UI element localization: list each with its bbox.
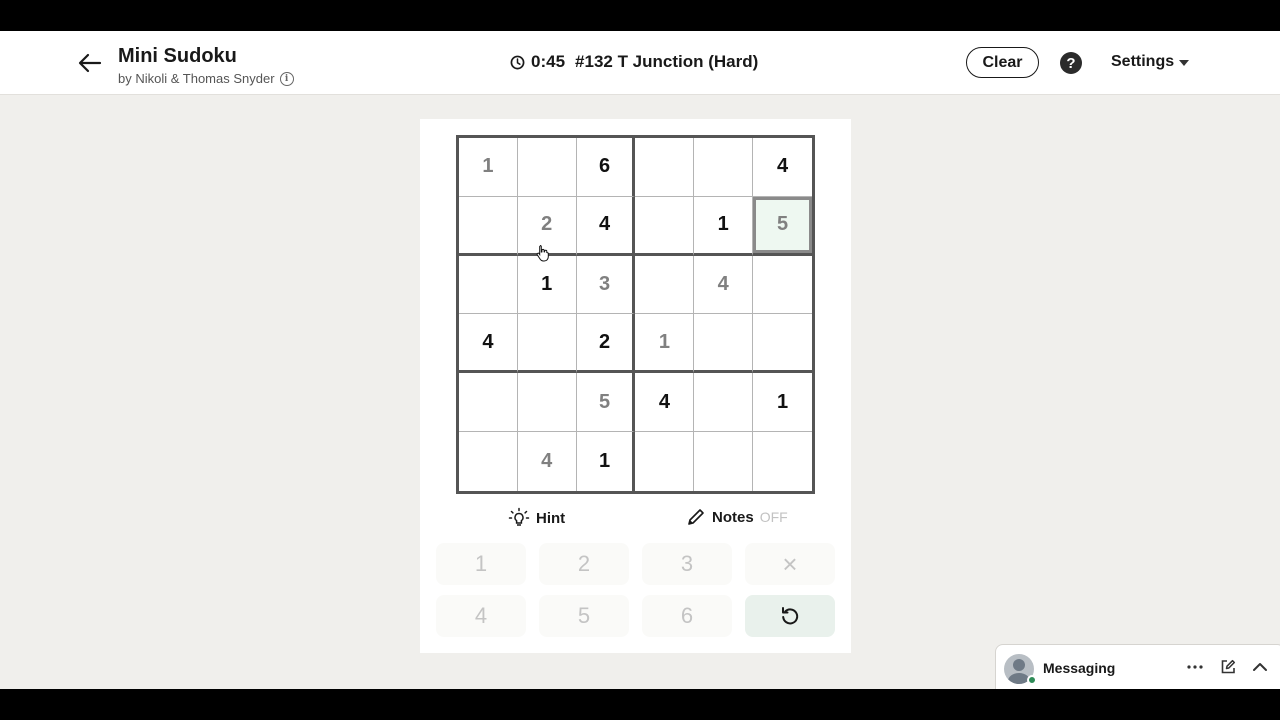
- grid-cell-r3c3[interactable]: 3: [576, 255, 636, 315]
- sudoku-grid: 164241513442154141: [456, 135, 815, 494]
- grid-cell-r5c6[interactable]: 1: [753, 373, 812, 433]
- grid-cell-r6c1[interactable]: [459, 432, 518, 491]
- grid-cell-r4c3[interactable]: 2: [576, 314, 636, 374]
- pencil-icon: [688, 509, 704, 525]
- grid-cell-r4c6[interactable]: [753, 314, 812, 374]
- header-bar: Mini Sudoku by Nikoli & Thomas Snyder i …: [0, 31, 1280, 95]
- grid-cell-r6c2[interactable]: 4: [518, 432, 577, 491]
- grid-cell-r5c3[interactable]: 5: [576, 373, 636, 433]
- back-button[interactable]: [74, 47, 106, 79]
- notes-toggle[interactable]: Notes OFF: [686, 507, 788, 527]
- grid-cell-r4c4[interactable]: 1: [635, 314, 695, 374]
- game-panel: 164241513442154141 Hint Notes OFF 1 2 3 …: [420, 119, 851, 653]
- grid-cell-r1c1[interactable]: 1: [459, 138, 518, 197]
- grid-cell-r1c3[interactable]: 6: [576, 138, 636, 197]
- number-keypad: 1 2 3 × 4 5 6: [436, 543, 836, 639]
- grid-cell-r1c6[interactable]: 4: [753, 138, 812, 197]
- undo-icon: [782, 607, 799, 625]
- lightbulb-icon: [508, 507, 530, 526]
- grid-cell-r3c6[interactable]: [753, 256, 812, 315]
- grid-cell-r1c4[interactable]: [635, 138, 695, 197]
- key-4[interactable]: 4: [436, 595, 526, 637]
- key-1[interactable]: 1: [436, 543, 526, 585]
- grid-cell-r6c6[interactable]: [753, 432, 812, 491]
- grid-cell-r1c2[interactable]: [517, 138, 577, 197]
- byline: by Nikoli & Thomas Snyder i: [118, 71, 294, 86]
- online-status-dot: [1027, 675, 1037, 685]
- caret-down-icon: [1179, 60, 1190, 66]
- help-icon[interactable]: ?: [1060, 52, 1082, 74]
- grid-cell-r5c5[interactable]: [694, 373, 754, 433]
- grid-cell-r4c1[interactable]: 4: [459, 314, 518, 374]
- grid-cell-r3c5[interactable]: 4: [694, 255, 754, 315]
- key-3[interactable]: 3: [642, 543, 732, 585]
- hint-button[interactable]: Hint: [508, 507, 565, 529]
- grid-cell-r2c4[interactable]: [635, 196, 695, 256]
- byline-text: by Nikoli & Thomas Snyder: [118, 71, 275, 86]
- grid-cell-r4c5[interactable]: [694, 314, 754, 374]
- grid-cell-r3c2[interactable]: 1: [517, 255, 577, 315]
- hint-label: Hint: [536, 509, 566, 527]
- puzzle-name: #132 T Junction (Hard): [575, 52, 759, 71]
- page-title: Mini Sudoku: [118, 45, 237, 67]
- notes-label: Notes: [712, 508, 754, 526]
- grid-cell-r2c2[interactable]: 2: [517, 196, 577, 256]
- messaging-label: Messaging: [1043, 660, 1116, 676]
- chevron-up-icon[interactable]: [1251, 658, 1269, 676]
- undo-button[interactable]: [745, 595, 835, 637]
- grid-cell-r2c1[interactable]: [459, 196, 518, 256]
- grid-cell-r6c3[interactable]: 1: [577, 432, 636, 491]
- clock-icon: [510, 55, 525, 69]
- grid-cell-r2c6[interactable]: 5: [753, 196, 812, 256]
- tools-row: Hint Notes OFF: [420, 501, 851, 535]
- timer: 0:45: [531, 52, 566, 71]
- grid-cell-r2c3[interactable]: 4: [576, 196, 636, 256]
- grid-cell-r3c4[interactable]: [635, 255, 695, 315]
- key-2[interactable]: 2: [539, 543, 629, 585]
- grid-cell-r6c5[interactable]: [694, 432, 754, 491]
- notes-state: OFF: [759, 509, 788, 525]
- grid-cell-r3c1[interactable]: [459, 255, 518, 315]
- arrow-left-icon: [78, 53, 102, 73]
- settings-dropdown[interactable]: Settings: [1111, 53, 1190, 71]
- more-options-icon[interactable]: [1186, 658, 1204, 676]
- compose-icon[interactable]: [1219, 658, 1237, 676]
- grid-cell-r4c2[interactable]: [517, 314, 577, 374]
- info-icon[interactable]: i: [279, 71, 294, 86]
- grid-cell-r1c5[interactable]: [694, 138, 754, 197]
- puzzle-info: 0:45 #132 T Junction (Hard): [510, 52, 758, 72]
- grid-cell-r5c2[interactable]: [517, 373, 577, 433]
- clear-button[interactable]: Clear: [966, 47, 1039, 78]
- grid-cell-r6c4[interactable]: [635, 432, 695, 491]
- grid-cell-r2c5[interactable]: 1: [694, 196, 754, 256]
- key-6[interactable]: 6: [642, 595, 732, 637]
- grid-cell-r5c1[interactable]: [459, 373, 518, 433]
- app: Mini Sudoku by Nikoli & Thomas Snyder i …: [0, 31, 1280, 689]
- erase-key[interactable]: ×: [745, 543, 835, 585]
- messaging-bar[interactable]: Messaging: [995, 644, 1280, 689]
- settings-label: Settings: [1111, 53, 1175, 70]
- key-5[interactable]: 5: [539, 595, 629, 637]
- grid-cell-r5c4[interactable]: 4: [635, 373, 695, 433]
